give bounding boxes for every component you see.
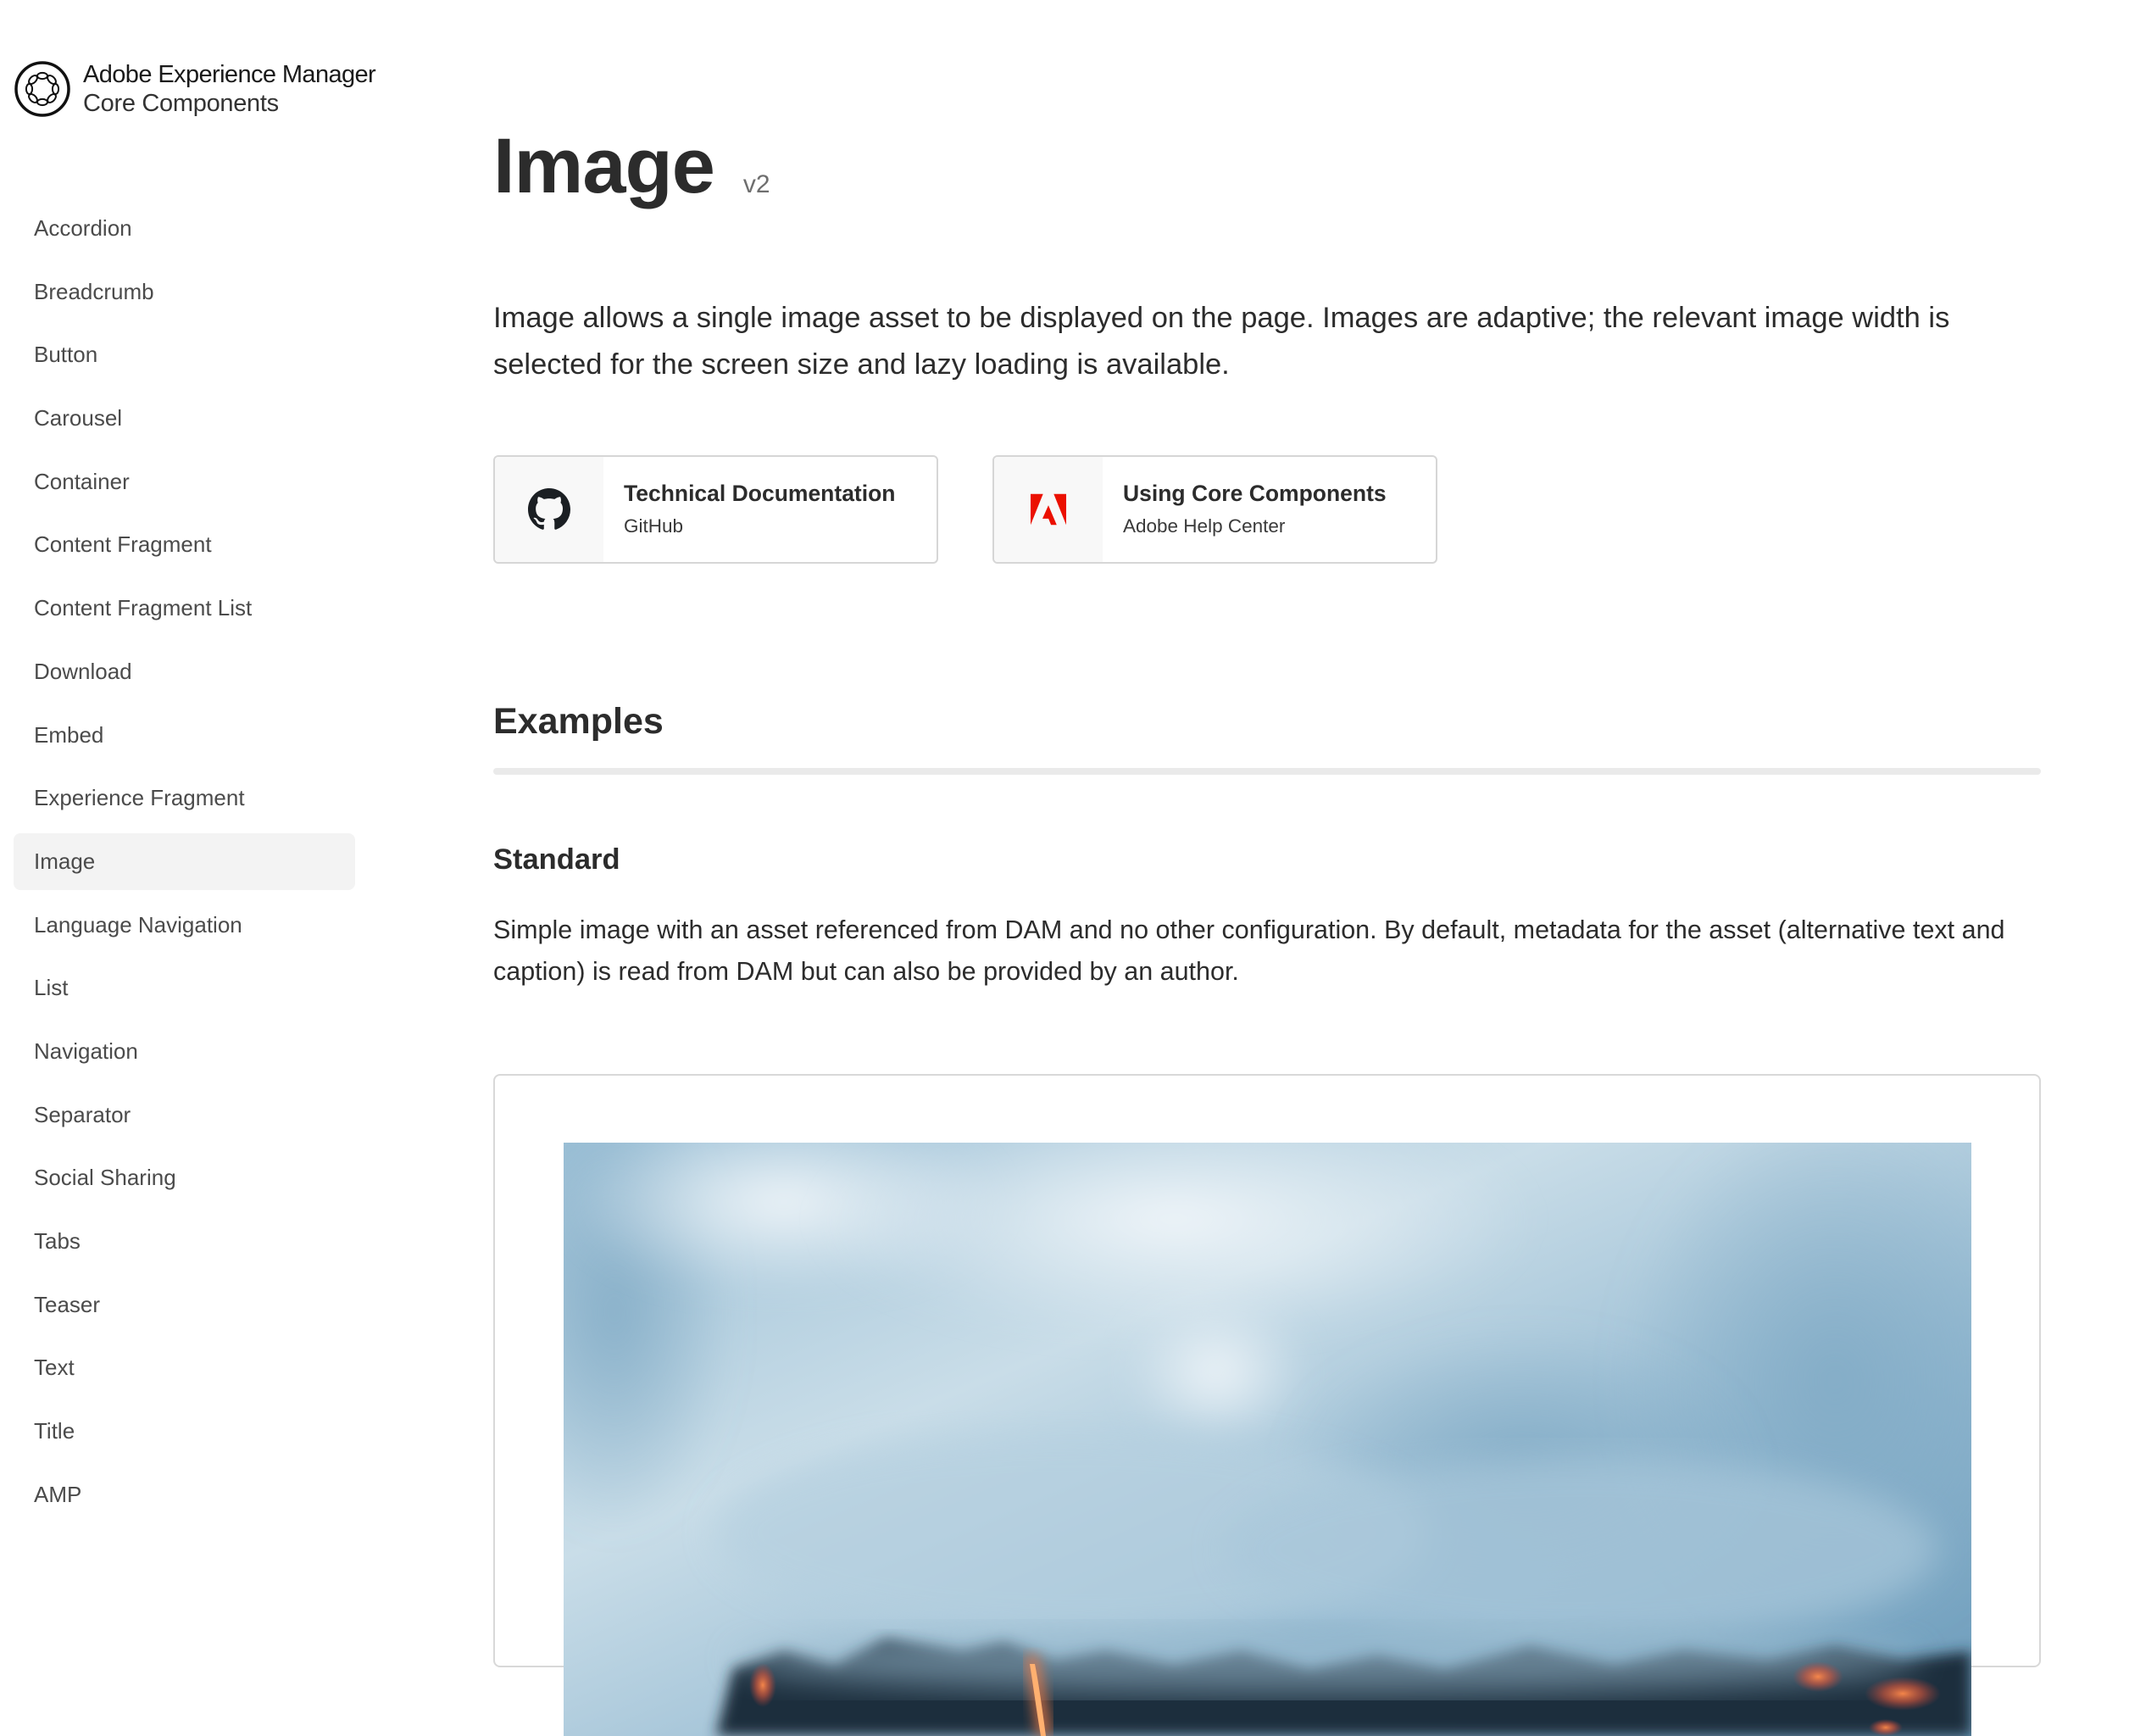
- sidebar-item-content-fragment[interactable]: Content Fragment: [14, 516, 355, 573]
- section-separator: [493, 768, 2041, 775]
- sidebar-item-teaser[interactable]: Teaser: [14, 1277, 355, 1333]
- resource-cards: Technical Documentation GitHub Using Cor…: [493, 455, 1437, 564]
- card-body: Using Core Components Adobe Help Center: [1103, 457, 1387, 562]
- sidebar-item-list[interactable]: List: [14, 960, 355, 1016]
- adobe-icon: [1031, 493, 1066, 526]
- card-subtitle: GitHub: [624, 515, 684, 537]
- sidebar-item-tabs[interactable]: Tabs: [14, 1213, 355, 1270]
- sidebar-item-image[interactable]: Image: [14, 832, 355, 890]
- title-row: Image v2: [493, 127, 770, 205]
- using-core-components-card[interactable]: Using Core Components Adobe Help Center: [992, 455, 1437, 564]
- sidebar-item-download[interactable]: Download: [14, 643, 355, 700]
- sidebar-item-social-sharing[interactable]: Social Sharing: [14, 1149, 355, 1206]
- brand-subtitle: Core Components: [83, 90, 279, 117]
- sidebar-item-text[interactable]: Text: [14, 1339, 355, 1396]
- brand-logo[interactable]: Adobe Experience Manager Core Components: [14, 60, 376, 118]
- card-title: Technical Documentation: [624, 481, 896, 506]
- examples-heading: Examples: [493, 701, 664, 742]
- standard-description: Simple image with an asset referenced fr…: [493, 915, 2005, 986]
- sidebar-item-separator[interactable]: Separator: [14, 1087, 355, 1143]
- sidebar-item-experience-fragment[interactable]: Experience Fragment: [14, 770, 355, 826]
- brand-text: Adobe Experience Manager Core Components: [83, 60, 376, 118]
- version-badge: v2: [742, 170, 770, 198]
- sidebar-item-container[interactable]: Container: [14, 453, 355, 510]
- lava-steam-photo: [564, 1143, 1971, 1736]
- page-description: Image allows a single image asset to be …: [493, 302, 1950, 381]
- brand-title: Adobe Experience Manager: [83, 61, 376, 88]
- card-icon-cell: [495, 457, 603, 562]
- sidebar-item-amp[interactable]: AMP: [14, 1466, 355, 1523]
- standard-heading: Standard: [493, 843, 620, 876]
- sidebar-item-content-fragment-list[interactable]: Content Fragment List: [14, 580, 355, 637]
- sidebar-item-button[interactable]: Button: [14, 326, 355, 383]
- sidebar-item-accordion[interactable]: Accordion: [14, 200, 355, 257]
- card-subtitle: Adobe Help Center: [1123, 515, 1286, 537]
- sidebar-item-navigation[interactable]: Navigation: [14, 1023, 355, 1080]
- github-icon: [528, 488, 570, 530]
- example-preview-box: [493, 1074, 2041, 1736]
- sidebar: Adobe Experience Manager Core Components…: [0, 0, 376, 1600]
- sidebar-item-carousel[interactable]: Carousel: [14, 390, 355, 447]
- aem-logo-icon: [14, 61, 70, 117]
- sidebar-item-breadcrumb[interactable]: Breadcrumb: [14, 264, 355, 320]
- example-image: [564, 1143, 1971, 1736]
- card-icon-cell: [994, 457, 1103, 562]
- sidebar-item-language-navigation[interactable]: Language Navigation: [14, 897, 355, 954]
- sidebar-item-embed[interactable]: Embed: [14, 707, 355, 764]
- sidebar-item-title[interactable]: Title: [14, 1403, 355, 1460]
- technical-documentation-card[interactable]: Technical Documentation GitHub: [493, 455, 938, 564]
- page-title: Image: [493, 123, 715, 209]
- sidebar-nav: Accordion Breadcrumb Button Carousel Con…: [14, 200, 355, 1529]
- card-title: Using Core Components: [1123, 481, 1387, 506]
- card-body: Technical Documentation GitHub: [603, 457, 896, 562]
